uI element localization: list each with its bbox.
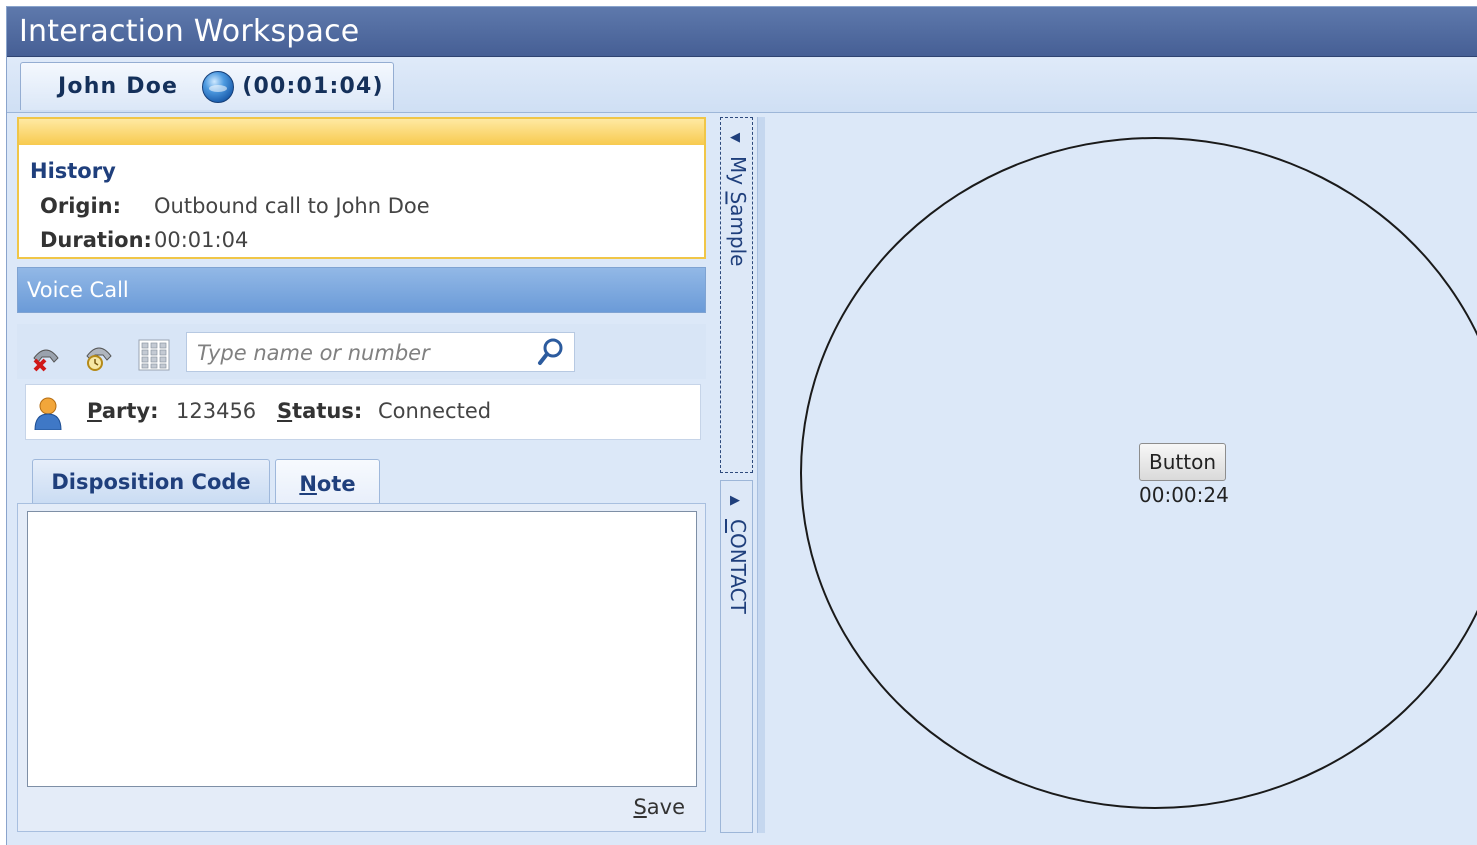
origin-value: Outbound call to John Doe bbox=[154, 194, 430, 218]
tab-note[interactable]: Note bbox=[275, 459, 380, 507]
party-value: 123456 bbox=[176, 399, 257, 423]
tab-disposition-code[interactable]: Disposition Code bbox=[32, 459, 270, 503]
hold-icon[interactable] bbox=[82, 338, 116, 372]
interaction-tab[interactable]: John Doe (00:01:04) bbox=[20, 62, 394, 110]
history-duration-row: Duration:00:01:04 bbox=[40, 228, 248, 252]
search-icon[interactable] bbox=[536, 336, 566, 368]
note-textarea[interactable] bbox=[27, 511, 697, 787]
duration-value: 00:01:04 bbox=[154, 228, 249, 252]
my-sample-panel-toggle[interactable]: ◀ My Sample bbox=[720, 117, 753, 473]
window-title: Interaction Workspace bbox=[7, 7, 1477, 57]
voice-status-icon bbox=[202, 70, 235, 103]
history-origin-row: Origin: Outbound call to John Doe bbox=[40, 194, 430, 218]
interaction-tab-elapsed: (00:01:04) bbox=[242, 74, 384, 99]
history-accent-bar bbox=[19, 119, 704, 145]
save-button[interactable]: Save bbox=[633, 795, 685, 819]
party-row: Party: 123456 Status: Connected bbox=[25, 384, 701, 440]
history-title: History bbox=[30, 159, 116, 183]
origin-label: Origin: bbox=[40, 194, 121, 218]
search-input[interactable] bbox=[195, 337, 539, 369]
status-value: Connected bbox=[378, 399, 492, 423]
duration-label: Duration: bbox=[40, 228, 152, 252]
interaction-tab-name: John Doe bbox=[58, 74, 179, 99]
voice-call-header[interactable]: Voice Call bbox=[17, 267, 706, 313]
expand-arrow-icon: ▶ bbox=[730, 493, 740, 508]
note-panel: Save bbox=[17, 503, 706, 832]
history-panel: History Origin: Outbound call to John Doe… bbox=[17, 117, 706, 259]
collapse-arrow-icon: ◀ bbox=[730, 130, 740, 145]
party-label: Party: bbox=[87, 399, 159, 423]
sample-timer: 00:00:24 bbox=[1139, 483, 1229, 507]
hang-up-icon[interactable] bbox=[29, 338, 63, 372]
dialpad-icon[interactable] bbox=[137, 338, 171, 372]
status-label: Status: bbox=[277, 399, 363, 423]
contact-label: CONTACT bbox=[726, 519, 750, 614]
my-sample-label: My Sample bbox=[726, 156, 750, 267]
search-box[interactable] bbox=[186, 332, 575, 372]
panel-splitter[interactable] bbox=[757, 117, 765, 833]
sample-button[interactable]: Button bbox=[1139, 443, 1226, 481]
voice-call-toolbar bbox=[17, 324, 706, 379]
contact-panel-toggle[interactable]: ▶ CONTACT bbox=[720, 480, 753, 833]
contact-avatar-icon bbox=[33, 396, 63, 431]
